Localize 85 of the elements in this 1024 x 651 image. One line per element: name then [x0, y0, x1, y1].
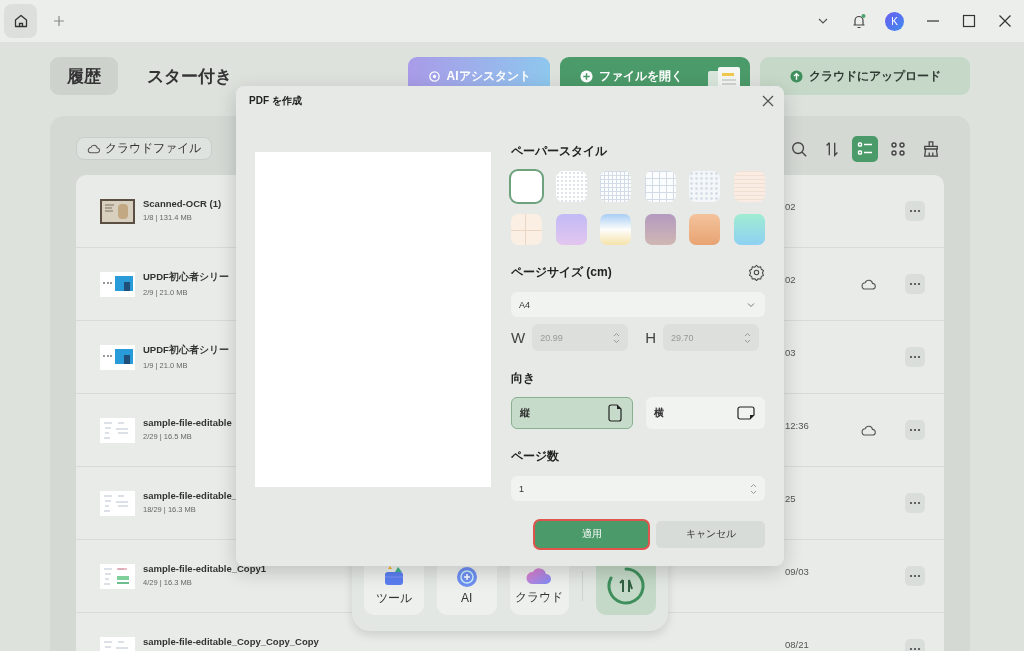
section-label: 向き [511, 371, 535, 385]
orientation-option[interactable]: 横 [645, 397, 765, 429]
more-button[interactable] [905, 493, 925, 513]
grid-icon [890, 140, 906, 157]
file-date: 09/03 [785, 566, 810, 577]
file-date: 25 [785, 493, 797, 504]
more-icon [909, 209, 921, 213]
paper-style-swatch[interactable] [555, 214, 587, 245]
file-name: UPDF初心者シリー [143, 271, 229, 284]
orientation-option[interactable]: 縦 [511, 397, 633, 429]
paper-style-swatch[interactable] [689, 171, 721, 202]
paper-style-swatch[interactable] [689, 214, 721, 245]
file-thumbnail [100, 271, 135, 297]
paper-style-swatch[interactable] [600, 214, 632, 245]
nav-tab[interactable]: 履歴 [50, 57, 118, 95]
more-icon [909, 574, 921, 578]
more-icon [909, 428, 921, 432]
file-name: sample-file-editable_ [143, 490, 237, 501]
section-label: ペーパースタイル [511, 144, 607, 158]
file-thumbnail [100, 198, 135, 224]
upload-button[interactable]: クラウドにアップロード [760, 57, 970, 95]
paper-style-swatch[interactable] [644, 214, 676, 245]
plus-icon [580, 69, 593, 83]
more-button[interactable] [905, 347, 925, 367]
home-tab[interactable] [4, 4, 37, 38]
stepper-icon [750, 482, 757, 495]
file-name: UPDF初心者シリー [143, 344, 229, 357]
ai-orb-icon [455, 566, 478, 588]
maximize-icon[interactable] [962, 14, 976, 28]
more-button[interactable] [905, 566, 925, 586]
close-icon[interactable] [998, 14, 1012, 28]
more-icon [909, 282, 921, 286]
file-name: Scanned-OCR (1) [143, 198, 222, 209]
more-button[interactable] [905, 274, 925, 294]
height-label: H [645, 329, 656, 346]
file-date: 03 [785, 347, 797, 358]
toolbox-icon [382, 564, 405, 587]
paper-style-swatch[interactable] [600, 171, 632, 202]
file-date: 12:36 [785, 420, 810, 431]
page-count-field[interactable]: 1 [511, 476, 765, 501]
paper-style-swatch[interactable] [511, 171, 542, 202]
stepper-icon [744, 331, 751, 344]
dialog-title: PDF を作成 [249, 94, 302, 108]
cancel-button[interactable]: キャンセル [656, 521, 765, 548]
chevron-down-icon [747, 301, 755, 308]
close-icon[interactable] [762, 95, 774, 107]
more-button[interactable] [905, 420, 925, 440]
paper-style-swatch[interactable] [644, 171, 676, 202]
file-thumbnail [100, 490, 135, 516]
width-label: W [511, 329, 526, 346]
stepper-icon [613, 331, 621, 344]
file-name: sample-file-editable [143, 417, 232, 428]
sync-icon [606, 565, 647, 606]
landscape-page-icon [737, 406, 755, 420]
portrait-page-icon [607, 404, 622, 422]
avatar[interactable]: K [885, 11, 904, 31]
cloud-icon [87, 143, 100, 154]
paper-style-swatch[interactable] [511, 214, 542, 245]
bell-icon[interactable] [851, 12, 867, 30]
page-size-select[interactable]: A4 [511, 292, 765, 317]
paper-style-swatch[interactable] [733, 214, 765, 245]
file-date: 08/21 [785, 639, 810, 650]
more-icon [909, 647, 921, 651]
more-button[interactable] [905, 201, 925, 221]
section-label: ページサイズ (cm) [511, 265, 612, 279]
nav-tab[interactable]: スター付き [130, 57, 249, 95]
file-thumbnail [100, 417, 135, 443]
upload-icon [789, 69, 803, 83]
file-name: sample-file-editable_Copy_Copy_Copy [143, 636, 319, 647]
file-thumbnail [100, 344, 135, 370]
cloud-icon [526, 565, 553, 586]
file-thumbnail [100, 563, 135, 589]
target-icon [427, 69, 441, 83]
cloud-files-button[interactable]: クラウドファイル [76, 137, 212, 160]
more-icon [909, 355, 921, 359]
more-icon [909, 501, 921, 505]
file-date: 02 [785, 201, 797, 212]
home-icon [12, 13, 29, 29]
list-view-button[interactable] [852, 135, 878, 162]
file-date: 02 [785, 274, 797, 285]
settings-icon[interactable] [748, 263, 765, 281]
paper-style-swatch[interactable] [555, 171, 587, 202]
section-label: ページ数 [511, 449, 559, 463]
list-icon [857, 140, 873, 157]
file-name: sample-file-editable_Copy1 [143, 563, 266, 574]
